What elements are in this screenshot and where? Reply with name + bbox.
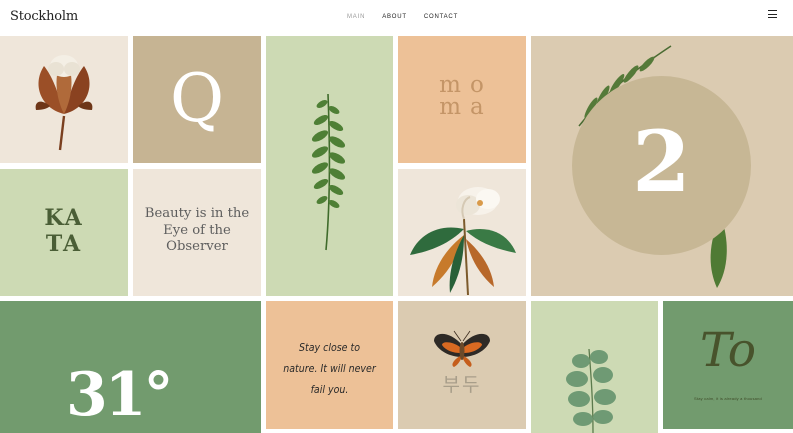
tile-moma[interactable]: mo ma <box>398 36 526 163</box>
tile-magnolia[interactable] <box>398 169 526 296</box>
number-two: 2 <box>632 112 691 211</box>
kata-line-1: KA <box>44 205 84 231</box>
tile-numbers[interactable]: 31° <box>0 301 261 433</box>
nature-quote-text: Stay close to nature. It will never fail… <box>283 341 376 396</box>
moth-caption: 부두 <box>442 375 482 396</box>
eucalyptus-illustration <box>566 348 616 433</box>
tile-beauty-quote[interactable]: Beauty is in the Eye of the Observer <box>133 169 261 296</box>
to-script: To <box>700 323 756 378</box>
cotton-flower-illustration <box>35 55 93 151</box>
site-header: Stockholm MAIN ABOUT CONTACT <box>0 0 793 35</box>
fern-illustration <box>311 93 346 251</box>
main-nav: MAIN ABOUT CONTACT <box>347 14 458 20</box>
to-subtext: Stay calm, it is already a thousand <box>694 396 762 401</box>
nav-link-main[interactable]: MAIN <box>347 14 365 20</box>
tile-fern[interactable] <box>266 36 393 296</box>
q-letter: Q <box>169 60 225 137</box>
kata-wordmark: KA TA <box>0 205 128 257</box>
tile-kata[interactable]: KA TA <box>0 169 128 296</box>
moma-line-1: mo <box>439 72 493 98</box>
moma-line-2: ma <box>439 94 493 120</box>
tile-to[interactable]: To Stay calm, it is already a thousand <box>663 301 793 429</box>
moth-illustration <box>434 330 490 367</box>
tile-eucalyptus[interactable] <box>531 301 658 433</box>
site-logo[interactable]: Stockholm <box>10 9 78 24</box>
beauty-quote-text: Beauty is in the Eye of the Observer <box>144 206 250 254</box>
kata-line-2: TA <box>45 231 83 257</box>
magnolia-illustration <box>410 187 516 296</box>
hamburger-icon[interactable] <box>768 8 780 22</box>
tile-nature-quote[interactable]: Stay close to nature. It will never fail… <box>266 301 393 429</box>
moma-wordmark: mo ma <box>398 72 526 120</box>
tile-number-two[interactable]: 2 <box>531 36 793 296</box>
numbers-graphic: 31° <box>66 360 173 430</box>
tile-cotton-flower[interactable] <box>0 36 128 163</box>
nav-link-contact[interactable]: CONTACT <box>424 14 458 20</box>
nav-link-about[interactable]: ABOUT <box>382 14 407 20</box>
tile-q-letter[interactable]: Q <box>133 36 261 163</box>
tile-moth[interactable]: 부두 <box>398 301 526 429</box>
